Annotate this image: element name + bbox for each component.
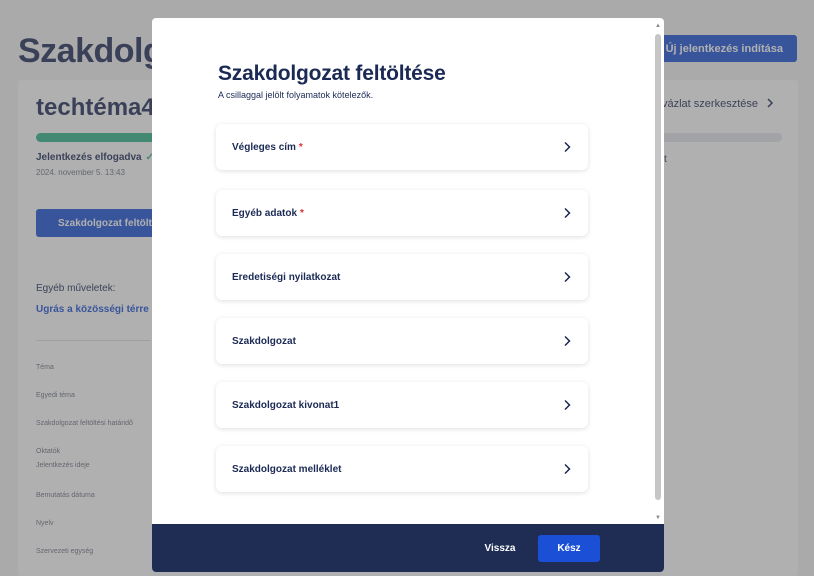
section-item-other-data[interactable]: Egyéb adatok * xyxy=(216,190,588,236)
modal-subtitle: A csillaggal jelölt folyamatok kötelezők… xyxy=(218,90,374,100)
required-marker: * xyxy=(300,207,304,219)
scroll-down-icon[interactable]: ▼ xyxy=(654,514,662,522)
scroll-up-icon[interactable]: ▲ xyxy=(654,22,662,30)
section-label: Szakdolgozat kivonat1 xyxy=(232,399,340,411)
back-button[interactable]: Vissza xyxy=(470,536,530,560)
section-item-thesis-abstract[interactable]: Szakdolgozat kivonat1 xyxy=(216,382,588,428)
scrollbar-thumb[interactable] xyxy=(655,34,661,500)
section-label: Eredetiségi nyilatkozat xyxy=(232,271,341,283)
section-label-text: Egyéb adatok xyxy=(232,207,298,219)
modal-title: Szakdolgozat feltöltése xyxy=(218,62,446,85)
section-label: Egyéb adatok * xyxy=(216,208,304,219)
chevron-right-icon xyxy=(562,334,572,348)
chevron-right-icon xyxy=(562,462,572,476)
section-label: Szakdolgozat xyxy=(232,335,296,347)
section-item-final-title[interactable]: Végleges cím * xyxy=(216,124,588,170)
chevron-right-icon xyxy=(562,398,572,412)
section-label-text: Végleges cím xyxy=(232,141,296,153)
section-label: Végleges cím * xyxy=(216,142,303,153)
section-item-originality-statement[interactable]: Eredetiségi nyilatkozat xyxy=(216,254,588,300)
section-item-thesis[interactable]: Szakdolgozat xyxy=(216,318,588,364)
chevron-right-icon xyxy=(562,140,572,154)
chevron-right-icon xyxy=(562,270,572,284)
chevron-right-icon xyxy=(562,206,572,220)
section-item-thesis-attachment[interactable]: Szakdolgozat melléklet xyxy=(216,446,588,492)
modal-scrollbar[interactable]: ▲ ▼ xyxy=(654,22,662,522)
required-marker: * xyxy=(298,141,303,153)
modal-footer: Vissza Kész xyxy=(152,524,664,572)
upload-thesis-modal: Szakdolgozat feltöltése A csillaggal jel… xyxy=(152,18,664,572)
done-button[interactable]: Kész xyxy=(538,535,600,562)
section-label: Szakdolgozat melléklet xyxy=(232,463,342,475)
